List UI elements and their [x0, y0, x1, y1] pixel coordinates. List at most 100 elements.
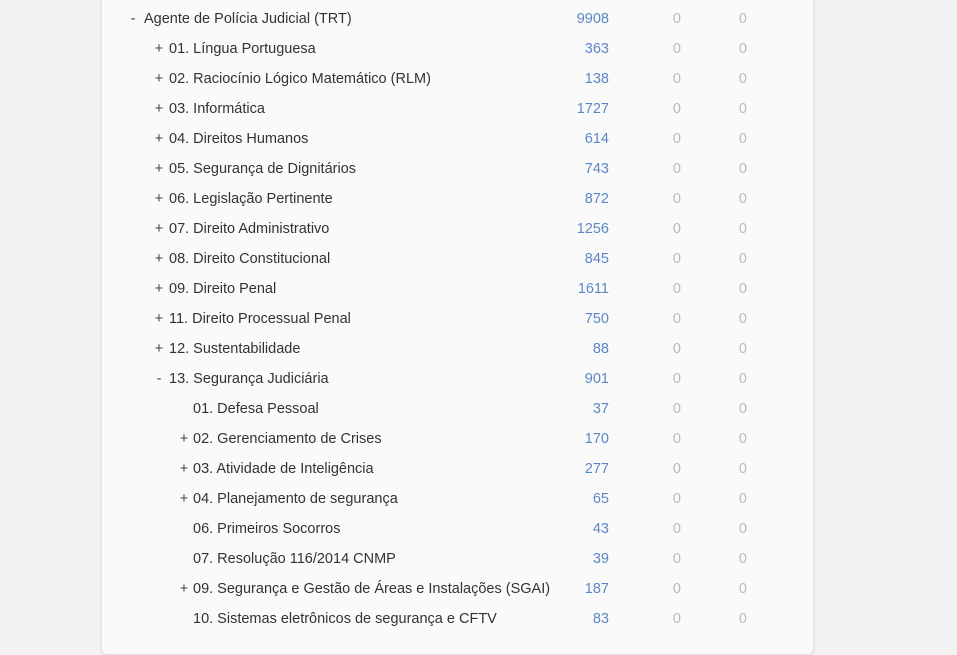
tree-row-label[interactable]: Agente de Polícia Judicial (TRT)	[144, 4, 352, 34]
question-count-link[interactable]: 9908	[577, 4, 609, 34]
count-column-3: 0	[738, 191, 747, 207]
expand-toggle[interactable]: +	[152, 214, 166, 244]
expand-toggle[interactable]: +	[152, 244, 166, 274]
question-count-link[interactable]: 872	[585, 184, 609, 214]
tree-row[interactable]: +09. Direito Penal 1611 0 0	[102, 274, 813, 304]
tree-row[interactable]: +03. Informática 1727 0 0	[102, 94, 813, 124]
tree-row-label[interactable]: 02. Raciocínio Lógico Matemático (RLM)	[169, 64, 431, 94]
count-column-2: 0	[672, 341, 681, 357]
tree-row[interactable]: +11. Direito Processual Penal 750 0 0	[102, 304, 813, 334]
tree-row-label[interactable]: 01. Defesa Pessoal	[193, 394, 319, 424]
question-count-link[interactable]: 83	[593, 604, 609, 634]
expand-toggle[interactable]: +	[152, 64, 166, 94]
question-count-link[interactable]: 170	[585, 424, 609, 454]
tree-row[interactable]: 06. Primeiros Socorros 43 0 0	[102, 514, 813, 544]
tree-row-label[interactable]: 02. Gerenciamento de Crises	[193, 424, 382, 454]
question-count-link[interactable]: 43	[593, 514, 609, 544]
tree-row[interactable]: +06. Legislação Pertinente 872 0 0	[102, 184, 813, 214]
expand-toggle[interactable]: +	[177, 574, 191, 604]
tree-row[interactable]: 07. Resolução 116/2014 CNMP 39 0 0	[102, 544, 813, 574]
tree-row[interactable]: +02. Gerenciamento de Crises 170 0 0	[102, 424, 813, 454]
question-count-link[interactable]: 845	[585, 244, 609, 274]
expand-toggle[interactable]: +	[177, 424, 191, 454]
tree-row[interactable]: +01. Língua Portuguesa 363 0 0	[102, 34, 813, 64]
tree-row-label[interactable]: 09. Segurança e Gestão de Áreas e Instal…	[193, 574, 550, 604]
tree-row[interactable]: +08. Direito Constitucional 845 0 0	[102, 244, 813, 274]
count-column-2: 0	[672, 581, 681, 597]
tree-row-label[interactable]: 13. Segurança Judiciária	[169, 364, 329, 394]
tree-row-label[interactable]: 08. Direito Constitucional	[169, 244, 330, 274]
tree-row[interactable]: +03. Atividade de Inteligência 277 0 0	[102, 454, 813, 484]
question-count-link[interactable]: 187	[585, 574, 609, 604]
tree-row-label[interactable]: 03. Atividade de Inteligência	[193, 454, 374, 484]
count-column-2: 0	[672, 401, 681, 417]
tree-row[interactable]: +04. Direitos Humanos 614 0 0	[102, 124, 813, 154]
collapse-toggle[interactable]: -	[126, 4, 140, 34]
tree-row[interactable]: +04. Planejamento de segurança 65 0 0	[102, 484, 813, 514]
tree-row-label[interactable]: 01. Língua Portuguesa	[169, 34, 316, 64]
tree-row[interactable]: +05. Segurança de Dignitários 743 0 0	[102, 154, 813, 184]
question-count-link[interactable]: 138	[585, 64, 609, 94]
tree-row[interactable]: -13. Segurança Judiciária 901 0 0	[102, 364, 813, 394]
expand-toggle[interactable]: +	[152, 154, 166, 184]
count-column-3: 0	[738, 461, 747, 477]
count-column-2: 0	[672, 221, 681, 237]
tree-row[interactable]: +07. Direito Administrativo 1256 0 0	[102, 214, 813, 244]
tree-row-label[interactable]: 11. Direito Processual Penal	[169, 304, 351, 334]
count-column-2: 0	[672, 281, 681, 297]
tree-row-label[interactable]: 09. Direito Penal	[169, 274, 276, 304]
tree-row[interactable]: +09. Segurança e Gestão de Áreas e Insta…	[102, 574, 813, 604]
count-column-3: 0	[738, 491, 747, 507]
tree-row-label[interactable]: 06. Legislação Pertinente	[169, 184, 333, 214]
expand-toggle[interactable]: +	[152, 334, 166, 364]
question-count-link[interactable]: 1256	[577, 214, 609, 244]
tree-row[interactable]: +12. Sustentabilidade 88 0 0	[102, 334, 813, 364]
tree-row[interactable]: 10. Sistemas eletrônicos de segurança e …	[102, 604, 813, 634]
expand-toggle[interactable]: +	[177, 484, 191, 514]
count-column-3: 0	[738, 371, 747, 387]
question-count-link[interactable]: 65	[593, 484, 609, 514]
tree-row-label[interactable]: 12. Sustentabilidade	[169, 334, 300, 364]
tree-row-label[interactable]: 03. Informática	[169, 94, 265, 124]
question-count-link[interactable]: 614	[585, 124, 609, 154]
count-column-2: 0	[672, 11, 681, 27]
count-column-2: 0	[672, 551, 681, 567]
question-count-link[interactable]: 901	[585, 364, 609, 394]
tree-row-label[interactable]: 04. Planejamento de segurança	[193, 484, 398, 514]
question-count-link[interactable]: 277	[585, 454, 609, 484]
count-column-3: 0	[738, 161, 747, 177]
expand-toggle[interactable]: +	[152, 304, 166, 334]
tree-row-label[interactable]: 10. Sistemas eletrônicos de segurança e …	[193, 604, 497, 634]
question-count-link[interactable]: 88	[593, 334, 609, 364]
count-column-2: 0	[672, 131, 681, 147]
tree-row-label[interactable]: 07. Direito Administrativo	[169, 214, 329, 244]
question-count-link[interactable]: 37	[593, 394, 609, 424]
question-count-link[interactable]: 1727	[577, 94, 609, 124]
tree-row[interactable]: - Agente de Polícia Judicial (TRT) 9908 0 0	[102, 4, 813, 34]
question-count-link[interactable]: 743	[585, 154, 609, 184]
tree-row[interactable]: +02. Raciocínio Lógico Matemático (RLM) 1…	[102, 64, 813, 94]
tree-row-label[interactable]: 07. Resolução 116/2014 CNMP	[193, 544, 396, 574]
question-count-link[interactable]: 750	[585, 304, 609, 334]
expand-toggle[interactable]: +	[152, 124, 166, 154]
collapse-toggle[interactable]: -	[152, 364, 166, 394]
tree-row-label[interactable]: 04. Direitos Humanos	[169, 124, 308, 154]
count-column-3: 0	[738, 581, 747, 597]
expand-toggle[interactable]: +	[152, 94, 166, 124]
question-count-link[interactable]: 363	[585, 34, 609, 64]
expand-toggle[interactable]: +	[152, 184, 166, 214]
count-column-3: 0	[738, 521, 747, 537]
expand-toggle[interactable]: +	[152, 34, 166, 64]
tree-row-label[interactable]: 05. Segurança de Dignitários	[169, 154, 356, 184]
question-count-link[interactable]: 1611	[578, 274, 609, 304]
expand-toggle[interactable]: +	[177, 454, 191, 484]
expand-toggle[interactable]: +	[152, 274, 166, 304]
tree-row-label[interactable]: 06. Primeiros Socorros	[193, 514, 340, 544]
count-column-3: 0	[738, 221, 747, 237]
count-column-2: 0	[672, 521, 681, 537]
count-column-2: 0	[672, 41, 681, 57]
count-column-2: 0	[672, 101, 681, 117]
tree-row[interactable]: 01. Defesa Pessoal 37 0 0	[102, 394, 813, 424]
question-count-link[interactable]: 39	[593, 544, 609, 574]
count-column-3: 0	[738, 341, 747, 357]
